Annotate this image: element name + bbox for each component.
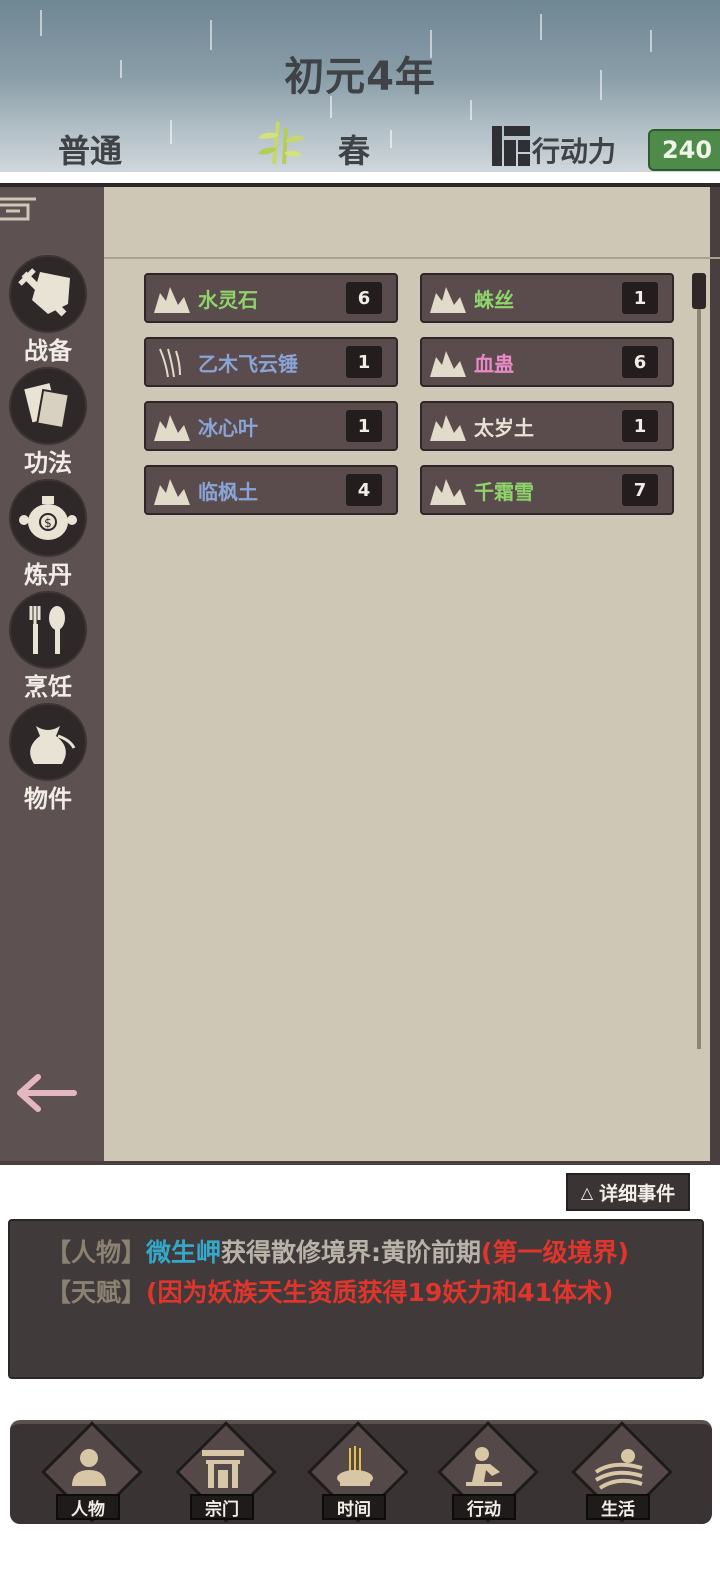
difficulty-mode: 普通 (58, 132, 123, 170)
item-count: 6 (346, 282, 382, 314)
action-power-icon (492, 126, 530, 166)
year-title: 初元4年 (284, 54, 436, 100)
sidebar-item-label: 功法 (24, 449, 72, 477)
nav-label: 人物 (56, 1494, 120, 1520)
nav-action[interactable]: 行动 (434, 1421, 539, 1524)
svg-text:$: $ (44, 516, 52, 530)
corner-ornament (0, 197, 36, 221)
sunrise-icon (594, 1449, 643, 1490)
claw-icon (159, 348, 181, 378)
bottom-nav: 人物 宗门 时间 行动 生活 (10, 1420, 712, 1524)
nav-label: 生活 (586, 1494, 650, 1520)
top-status-bar: 初元4年 普通 春 行动力 240 (0, 0, 720, 172)
sidebar-item-items[interactable]: 物件 (0, 703, 96, 814)
inventory-item[interactable]: 血蛊 6 (420, 337, 674, 387)
ore-icon (154, 415, 190, 441)
nav-label: 行动 (452, 1494, 516, 1520)
item-count: 6 (622, 346, 658, 378)
nav-life[interactable]: 生活 (568, 1421, 673, 1524)
item-name: 蛛丝 (474, 287, 514, 312)
detail-events-label: 详细事件 (599, 1182, 676, 1205)
inventory-grid: 水灵石 6 蛛丝 1 乙木飞云锤 1 血蛊 6 冰心叶 1 太岁土 1 临枫土 … (144, 273, 674, 515)
item-count: 1 (622, 282, 658, 314)
sidebar-item-label: 物件 (24, 785, 72, 813)
action-power-label: 行动力 (532, 135, 617, 168)
ore-icon (154, 287, 190, 313)
character-name[interactable]: 微生岬 (146, 1238, 221, 1267)
event-note: (因为妖族天生资质获得19妖力和41体术) (146, 1278, 614, 1307)
scroll-book-icon (9, 367, 87, 445)
utensils-icon (9, 591, 87, 669)
item-name: 临枫土 (198, 479, 258, 504)
nav-sect[interactable]: 宗门 (172, 1421, 277, 1524)
event-note: (第一级境界) (481, 1238, 629, 1267)
inventory-item[interactable]: 水灵石 6 (144, 273, 398, 323)
person-icon (72, 1449, 106, 1486)
inventory-item[interactable]: 太岁土 1 (420, 401, 674, 451)
event-tag: 【天赋】 (46, 1278, 147, 1307)
sidebar-item-label: 战备 (24, 337, 72, 365)
sidebar-item-cooking[interactable]: 烹饪 (0, 591, 96, 702)
detail-events-button[interactable]: △ 详细事件 (566, 1173, 690, 1211)
bamboo-icon (258, 121, 304, 165)
item-name: 太岁土 (474, 415, 534, 440)
event-log: 【人物】微生岬获得散修境界:黄阶前期(第一级境界) 【天赋】(因为妖族天生资质获… (8, 1219, 704, 1379)
category-sidebar: 战备 功法 $ 炼丹 烹饪 物件 (0, 187, 104, 1161)
item-count: 4 (346, 474, 382, 506)
sidebar-item-alchemy[interactable]: $ 炼丹 (0, 479, 96, 590)
ore-icon (430, 415, 466, 441)
cauldron-icon: $ (9, 479, 87, 557)
triangle-up-icon: △ (580, 1182, 594, 1202)
ore-icon (430, 351, 466, 377)
inventory-item[interactable]: 千霜雪 7 (420, 465, 674, 515)
item-name: 千霜雪 (474, 479, 534, 504)
inventory-panel: 战备 功法 $ 炼丹 烹饪 物件 水灵石 6 蛛丝 1 乙木飞云锤 1 血蛊 6… (0, 183, 720, 1165)
item-name: 乙木飞云锤 (198, 351, 298, 376)
ore-icon (430, 287, 466, 313)
inventory-content: 水灵石 6 蛛丝 1 乙木飞云锤 1 血蛊 6 冰心叶 1 太岁土 1 临枫土 … (104, 187, 720, 1161)
item-count: 1 (346, 346, 382, 378)
action-power-value: 240 (648, 129, 720, 171)
inventory-item[interactable]: 乙木飞云锤 1 (144, 337, 398, 387)
item-count: 7 (622, 474, 658, 506)
item-name: 水灵石 (198, 287, 258, 312)
nav-person[interactable]: 人物 (38, 1421, 143, 1524)
content-header-band (104, 187, 720, 259)
item-count: 1 (346, 410, 382, 442)
item-name: 冰心叶 (198, 415, 258, 440)
event-text: 获得散修境界:黄阶前期 (221, 1238, 482, 1267)
sword-shield-icon (9, 255, 87, 333)
gate-icon (202, 1450, 244, 1488)
event-line: 【天赋】(因为妖族天生资质获得19妖力和41体术) (46, 1273, 702, 1313)
incense-icon (337, 1446, 373, 1486)
ore-icon (430, 479, 466, 505)
nav-time[interactable]: 时间 (304, 1421, 409, 1524)
item-count: 1 (622, 410, 658, 442)
item-name: 血蛊 (474, 351, 514, 376)
inventory-item[interactable]: 临枫土 4 (144, 465, 398, 515)
sidebar-item-label: 烹饪 (24, 673, 72, 701)
sidebar-item-label: 炼丹 (24, 561, 72, 589)
scrollbar-track[interactable] (697, 273, 701, 1049)
event-line: 【人物】微生岬获得散修境界:黄阶前期(第一级境界) (46, 1233, 702, 1273)
sidebar-item-gear[interactable]: 战备 (0, 255, 96, 366)
action-icon (466, 1447, 502, 1486)
season-label: 春 (338, 132, 371, 170)
sidebar-item-skills[interactable]: 功法 (0, 367, 96, 478)
inventory-item[interactable]: 蛛丝 1 (420, 273, 674, 323)
ore-icon (154, 479, 190, 505)
scrollbar-thumb[interactable] (692, 273, 706, 309)
back-arrow-icon[interactable] (16, 1073, 78, 1113)
nav-label: 宗门 (190, 1494, 254, 1520)
pouch-icon (9, 703, 87, 781)
inventory-item[interactable]: 冰心叶 1 (144, 401, 398, 451)
event-tag: 【人物】 (46, 1238, 147, 1267)
nav-label: 时间 (322, 1494, 386, 1520)
